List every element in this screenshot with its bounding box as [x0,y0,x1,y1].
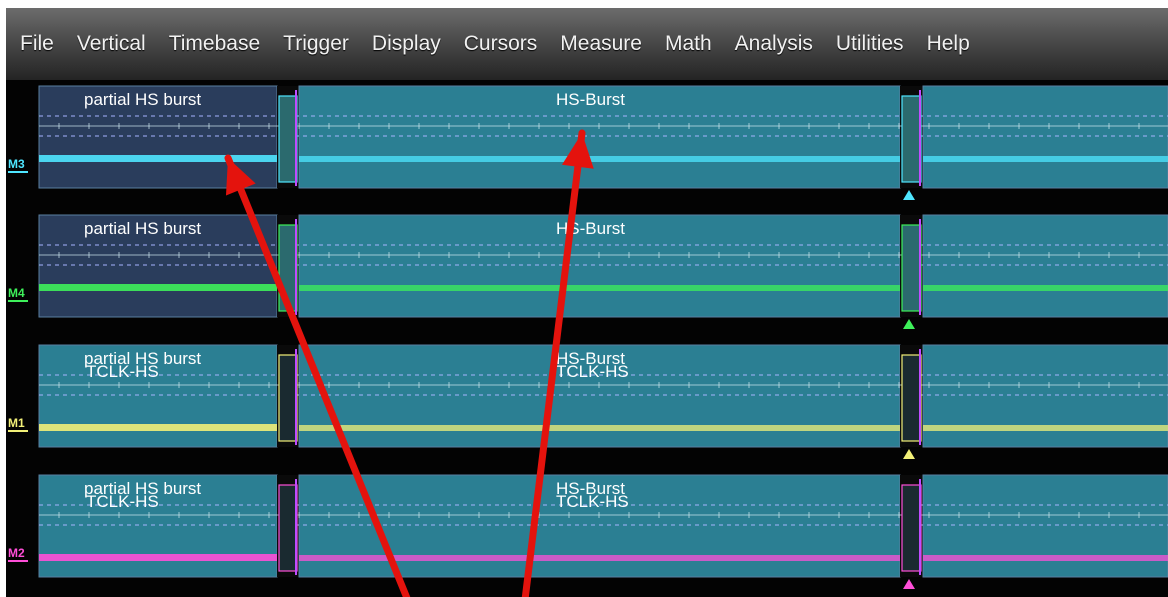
trigger-marker [903,449,915,459]
trigger-marker [903,319,915,329]
channel-panel-m1: M1partial HS burst HS-BurstTCLK-HS TCLK-HS [8,344,1168,459]
channel-label-m2: M2 [8,546,25,560]
signal-band-center [299,156,900,162]
oscilloscope-window: File Vertical Timebase Trigger Display C… [6,8,1168,597]
panel-right-segment [922,214,1168,318]
trigger-marker [903,190,915,200]
burst-edge-box [278,95,298,183]
label-hs-burst: HS-Burst [556,90,625,109]
channel-label-m3: M3 [8,157,25,171]
trigger-marker [903,579,915,589]
burst-edge-box [278,484,298,572]
signal-band-center [299,285,900,291]
signal-band-right [923,425,1168,431]
label-partial-hs-burst: partial HS burst [84,219,201,238]
signal-band-left [39,284,277,291]
label-tclk-hs: TCLK-HS [556,362,629,381]
signal-band-right [923,156,1168,162]
burst-edge-box [278,354,298,442]
signal-band-center [299,425,900,431]
signal-band-left [39,155,277,162]
signal-band-left [39,424,277,431]
burst-edge-box [901,484,922,572]
panel-right-segment [922,474,1168,578]
label-tclk-hs: TCLK-HS [86,492,159,511]
burst-edge-box [901,95,922,183]
signal-band-right [923,285,1168,291]
channel-panel-m4: M4partial HS burst HS-Burst [8,214,1168,329]
channel-panel-m3: M3 partial HS burst HS-Burst [8,85,1168,200]
signal-band-left [39,554,277,561]
label-tclk-hs: TCLK-HS [556,492,629,511]
label-partial-hs-burst: partial HS burst [84,90,201,109]
channel-panel-m2: M2partial HS burst HS-BurstTCLK-HS TCLK-HS [8,474,1168,589]
burst-edge-box [901,224,922,312]
channel-label-m1: M1 [8,416,25,430]
label-tclk-hs: TCLK-HS [86,362,159,381]
panel-right-segment [922,85,1168,189]
burst-edge-box [901,354,922,442]
trace-display[interactable]: M3 partial HS burst HS-Burst M4 partial HS b… [6,8,1168,597]
channel-label-m4: M4 [8,286,25,300]
panel-right-segment [922,344,1168,448]
signal-band-right [923,555,1168,561]
